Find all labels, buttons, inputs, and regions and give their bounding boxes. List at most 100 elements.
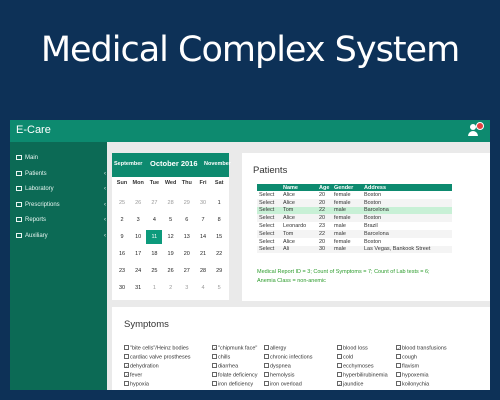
calendar-day[interactable]: 7 [195, 213, 211, 227]
calendar-day[interactable]: 11 [146, 230, 163, 244]
table-row[interactable]: Select Tom 22 male Barcelona [257, 229, 452, 238]
checkbox-icon[interactable] [264, 354, 269, 359]
symptom-checkbox[interactable]: hemolysis [264, 372, 294, 379]
checkbox-icon[interactable] [337, 363, 342, 368]
checkbox-icon[interactable] [337, 372, 342, 377]
calendar-day[interactable]: 8 [211, 213, 227, 227]
calendar-day[interactable]: 27 [179, 264, 195, 278]
calendar-day[interactable]: 13 [179, 230, 195, 244]
app-brand[interactable]: E-Care [16, 124, 51, 136]
calendar-day[interactable]: 10 [130, 230, 146, 244]
symptom-checkbox[interactable]: ✓ "chipmunk face" [212, 345, 257, 352]
symptom-checkbox[interactable]: "bite cells"/Heinz bodies [124, 345, 189, 352]
calendar-day[interactable]: 3 [130, 213, 146, 227]
checked-checkbox-icon[interactable]: ✓ [212, 345, 217, 351]
symptom-checkbox[interactable]: ✓ dehydration [124, 363, 159, 370]
checkbox-icon[interactable] [337, 345, 342, 350]
calendar-day[interactable]: 4 [195, 281, 211, 295]
table-row[interactable]: Select Alice 20 female Boston [257, 214, 452, 223]
symptom-checkbox[interactable]: iron overload [264, 381, 302, 388]
checkbox-icon[interactable] [124, 381, 129, 386]
select-link[interactable]: Select [257, 222, 281, 230]
checkbox-icon[interactable] [264, 372, 269, 377]
select-link[interactable]: Select [257, 245, 281, 254]
table-row[interactable]: Select Alice 20 female Boston [257, 191, 452, 199]
checkbox-icon[interactable] [264, 345, 269, 350]
calendar-day[interactable]: 28 [163, 196, 179, 210]
checkbox-icon[interactable] [396, 363, 401, 368]
symptom-checkbox[interactable]: hypoxia [124, 381, 149, 388]
calendar-day[interactable]: 20 [179, 247, 195, 261]
calendar-day[interactable]: 19 [163, 247, 179, 261]
checked-checkbox-icon[interactable]: ✓ [337, 381, 342, 387]
calendar-day[interactable]: 30 [195, 196, 211, 210]
calendar-day[interactable]: 15 [211, 230, 227, 244]
calendar-day[interactable]: 14 [195, 230, 211, 244]
symptom-checkbox[interactable]: ✓ blood transfusions [396, 345, 447, 352]
calendar-day[interactable]: 1 [146, 281, 162, 295]
sidebar-item-patients[interactable]: Patients ‹ [16, 168, 106, 180]
calendar-day[interactable]: 24 [130, 264, 146, 278]
checkbox-icon[interactable] [212, 381, 217, 386]
calendar-day[interactable]: 6 [179, 213, 195, 227]
calendar-day[interactable]: 1 [211, 196, 227, 210]
table-row[interactable]: Select Alice 20 female Boston [257, 238, 452, 246]
table-row[interactable]: Select Ali 30 male Las Vegas, Bankook Street [257, 245, 452, 254]
calendar-day[interactable]: 3 [179, 281, 195, 295]
symptom-checkbox[interactable]: allergy [264, 345, 286, 352]
calendar-day[interactable]: 29 [179, 196, 195, 210]
calendar-day[interactable]: 2 [114, 213, 130, 227]
calendar-day[interactable]: 5 [163, 213, 179, 227]
symptom-checkbox[interactable]: folate deficiency [212, 372, 257, 379]
symptom-checkbox[interactable]: chills [212, 354, 230, 361]
symptom-checkbox[interactable]: ecchymoses [337, 363, 374, 370]
calendar-prev-month[interactable]: September [114, 161, 142, 167]
calendar-day[interactable]: 23 [114, 264, 130, 278]
checked-checkbox-icon[interactable]: ✓ [124, 363, 129, 369]
table-row[interactable]: Select Alice 20 female Boston [257, 198, 452, 207]
symptom-checkbox[interactable]: blood loss [337, 345, 368, 352]
checkbox-icon[interactable] [264, 363, 269, 368]
checkbox-icon[interactable] [212, 354, 217, 359]
table-row[interactable]: Select Tom 22 male Barcelona [257, 206, 452, 215]
checked-checkbox-icon[interactable]: ✓ [124, 372, 129, 378]
select-link[interactable]: Select [257, 198, 281, 207]
symptom-checkbox[interactable]: chronic infections [264, 354, 313, 361]
calendar-day[interactable]: 12 [163, 230, 179, 244]
calendar-day[interactable]: 9 [114, 230, 130, 244]
sidebar-item-prescriptions[interactable]: Prescriptions ‹ [16, 199, 106, 211]
symptom-checkbox[interactable]: dyspnea [264, 363, 291, 370]
symptom-checkbox[interactable]: iron deficiency [212, 381, 253, 388]
calendar-day[interactable]: 26 [130, 196, 146, 210]
symptom-checkbox[interactable]: hyperbilirubinemia [337, 372, 388, 379]
user-icon[interactable] [468, 122, 484, 139]
calendar-day[interactable]: 5 [211, 281, 227, 295]
select-link[interactable]: Select [257, 238, 281, 246]
select-link[interactable]: Select [257, 214, 281, 223]
symptom-checkbox[interactable]: cough [396, 354, 417, 361]
calendar-day[interactable]: 21 [195, 247, 211, 261]
checkbox-icon[interactable] [124, 354, 129, 359]
checkbox-icon[interactable] [337, 354, 342, 359]
symptom-checkbox[interactable]: diarrhea [212, 363, 238, 370]
calendar-next-month[interactable]: November [204, 161, 231, 167]
sidebar-item-main[interactable]: Main [16, 152, 106, 164]
select-link[interactable]: Select [257, 229, 281, 238]
calendar-day[interactable]: 28 [195, 264, 211, 278]
symptom-checkbox[interactable]: cardiac valve prostheses [124, 354, 191, 361]
calendar-day[interactable]: 17 [130, 247, 146, 261]
sidebar-item-reports[interactable]: Reports ‹ [16, 214, 106, 226]
checkbox-icon[interactable] [124, 345, 129, 350]
calendar-day[interactable]: 29 [211, 264, 227, 278]
notification-badge-icon[interactable] [476, 122, 484, 130]
checkbox-icon[interactable] [212, 363, 217, 368]
select-link[interactable]: Select [257, 191, 281, 199]
calendar-day[interactable]: 25 [146, 264, 162, 278]
calendar-current-month[interactable]: October 2016 [150, 159, 198, 168]
checkbox-icon[interactable] [212, 372, 217, 377]
checked-checkbox-icon[interactable]: ✓ [396, 345, 401, 351]
checkbox-icon[interactable] [264, 381, 269, 386]
calendar-day[interactable]: 25 [114, 196, 130, 210]
calendar-day[interactable]: 31 [130, 281, 146, 295]
calendar-day[interactable]: 22 [211, 247, 227, 261]
